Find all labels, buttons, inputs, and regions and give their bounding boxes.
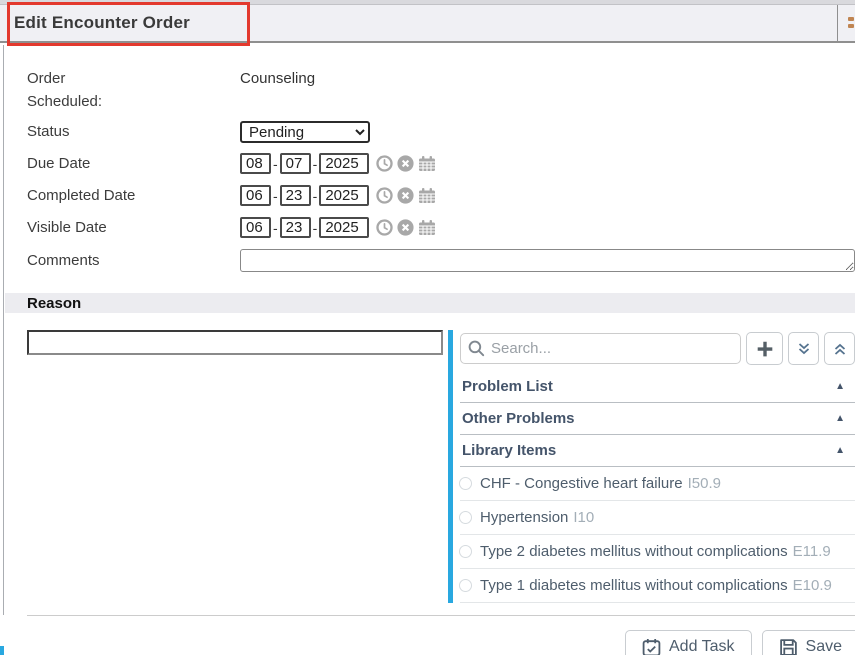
clear-date-icon[interactable] [397, 187, 414, 204]
due-date-year-input[interactable] [319, 153, 369, 174]
clear-date-icon[interactable] [397, 219, 414, 236]
reason-search-row [460, 330, 855, 365]
radio-unselected-icon[interactable] [459, 511, 472, 524]
reason-header-label: Reason [5, 295, 81, 312]
status-row: Status Pending [27, 120, 855, 143]
search-icon [468, 340, 485, 362]
save-label: Save [806, 638, 842, 655]
completed-date-month-input[interactable] [240, 185, 271, 206]
radio-unselected-icon[interactable] [459, 545, 472, 558]
order-label: Order [27, 70, 240, 87]
reason-area: Problem List ▲ Other Problems ▲ Library … [0, 330, 855, 603]
background-blue-fragment [0, 646, 4, 655]
partial-header-icon [848, 17, 854, 31]
calendar-icon[interactable] [418, 155, 436, 172]
completed-date-row: Completed Date - - [27, 184, 855, 207]
header-divider [837, 5, 838, 43]
scheduled-row: Scheduled: [27, 90, 855, 113]
order-row: Order Counseling [27, 67, 855, 90]
edit-encounter-order-dialog: Edit Encounter Order Order Counseling Sc… [0, 0, 855, 655]
clear-date-icon[interactable] [397, 155, 414, 172]
reason-value-input[interactable] [27, 330, 443, 355]
library-item-chf[interactable]: CHF - Congestive heart failure I50.9 [460, 467, 855, 501]
collapse-caret-icon: ▲ [835, 413, 845, 424]
scheduled-label: Scheduled: [27, 93, 240, 110]
visible-date-day-input[interactable] [280, 217, 311, 238]
due-date-label: Due Date [27, 155, 240, 172]
completed-date-label: Completed Date [27, 187, 240, 204]
comments-row: Comments [27, 249, 855, 272]
library-items-label: Library Items [460, 442, 556, 459]
order-form: Order Counseling Scheduled: Status Pendi… [0, 43, 855, 272]
library-item-hypertension[interactable]: Hypertension I10 [460, 501, 855, 535]
dialog-left-border [3, 45, 4, 615]
save-button[interactable]: Save [762, 630, 855, 655]
reason-search-input[interactable] [460, 333, 741, 364]
visible-date-month-input[interactable] [240, 217, 271, 238]
footer-actions: Add Task Save [0, 616, 855, 655]
completed-date-day-input[interactable] [280, 185, 311, 206]
reason-section-header: Reason [5, 293, 855, 313]
status-select[interactable]: Pending [240, 121, 370, 143]
accordion-problem-list[interactable]: Problem List ▲ [460, 371, 855, 403]
due-date-month-input[interactable] [240, 153, 271, 174]
collapse-caret-icon: ▲ [835, 381, 845, 392]
due-date-group: - - [240, 153, 436, 174]
comments-label: Comments [27, 249, 240, 269]
radio-unselected-icon[interactable] [459, 477, 472, 490]
due-date-row: Due Date - - [27, 152, 855, 175]
expand-all-button[interactable] [788, 332, 819, 365]
radio-unselected-icon[interactable] [459, 579, 472, 592]
accordion-library-items[interactable]: Library Items ▲ [460, 435, 855, 467]
library-item-type1-diabetes[interactable]: Type 1 diabetes mellitus without complic… [460, 569, 855, 603]
visible-date-group: - - [240, 217, 436, 238]
page-title: Edit Encounter Order [0, 13, 190, 33]
other-problems-label: Other Problems [460, 410, 575, 427]
problem-list-label: Problem List [460, 378, 553, 395]
library-item-type2-diabetes[interactable]: Type 2 diabetes mellitus without complic… [460, 535, 855, 569]
calendar-icon[interactable] [418, 219, 436, 236]
visible-date-year-input[interactable] [319, 217, 369, 238]
reason-picker-panel: Problem List ▲ Other Problems ▲ Library … [448, 330, 855, 603]
clock-icon[interactable] [376, 219, 393, 236]
order-value: Counseling [240, 70, 315, 87]
completed-date-year-input[interactable] [319, 185, 369, 206]
calendar-check-icon [642, 638, 661, 655]
clock-icon[interactable] [376, 155, 393, 172]
completed-date-group: - - [240, 185, 436, 206]
save-disk-icon [779, 638, 798, 655]
status-label: Status [27, 123, 240, 140]
visible-date-label: Visible Date [27, 219, 240, 236]
clock-icon[interactable] [376, 187, 393, 204]
add-task-button[interactable]: Add Task [625, 630, 752, 655]
accordion-other-problems[interactable]: Other Problems ▲ [460, 403, 855, 435]
collapse-all-button[interactable] [824, 332, 855, 365]
add-task-label: Add Task [669, 638, 735, 655]
comments-textarea[interactable] [240, 249, 855, 272]
visible-date-row: Visible Date - - [27, 216, 855, 239]
due-date-day-input[interactable] [280, 153, 311, 174]
dialog-header: Edit Encounter Order [0, 5, 855, 43]
calendar-icon[interactable] [418, 187, 436, 204]
collapse-caret-icon: ▲ [835, 445, 845, 456]
add-reason-button[interactable] [746, 332, 783, 365]
